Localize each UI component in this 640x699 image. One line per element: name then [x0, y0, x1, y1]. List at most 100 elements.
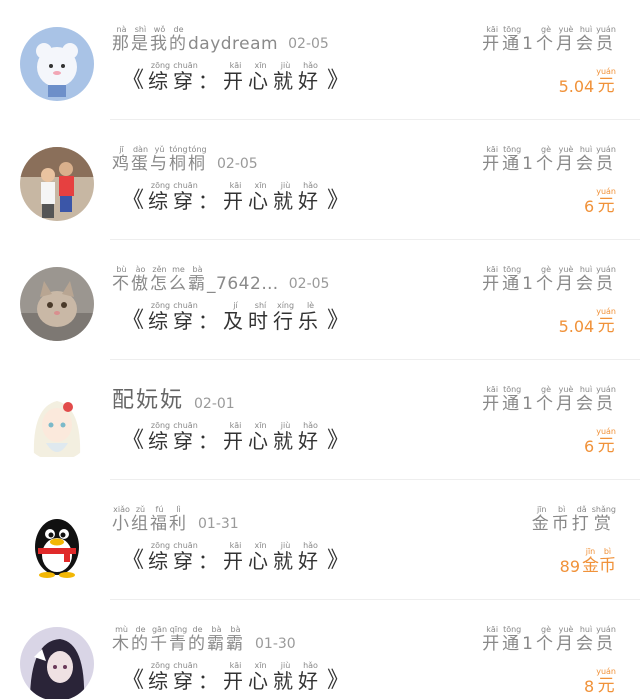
title-bracket-open: 《 — [122, 668, 145, 693]
support-action: 开kāi 通tōng 1 个gè 月yuè 会huì 员yuán — [482, 264, 616, 294]
support-amount: 8 元yuán — [584, 666, 616, 696]
support-action-char: 开kāi — [482, 265, 503, 294]
support-action-char: 通tōng — [502, 385, 523, 414]
work-title-char: 好hǎo — [298, 181, 324, 213]
work-title-char: ： — [198, 549, 224, 573]
amount-unit-char: 金jīn — [582, 547, 599, 576]
user-name-tail: daydream — [188, 34, 279, 54]
support-action-char: 1 — [522, 34, 536, 54]
user-name-char: 木mù — [112, 625, 131, 654]
support-action-char: 月yuè — [556, 625, 576, 654]
user-name-line: 小xiǎo组zǔ福fú利lì 01-31 — [112, 504, 239, 534]
supporter-row[interactable]: 那nà是shì我wǒ的dedaydream 02-05 《综zōng 穿chuān：开… — [0, 0, 640, 120]
work-title-char: 好hǎo — [298, 541, 324, 573]
amount-unit-char: 元yuán — [596, 427, 616, 456]
support-action-char: 币bì — [551, 505, 572, 534]
work-title-char: 及jí — [223, 301, 249, 333]
user-name-line: 配妧妧 02-01 — [112, 384, 235, 414]
cat-photo-icon[interactable] — [20, 267, 94, 341]
work-title[interactable]: 《综zōng 穿chuān：开kāi 心xīn 就jiù 好hǎo 》 — [118, 60, 353, 94]
supporter-row[interactable]: 配妧妧 02-01 《综zōng 穿chuān：开kāi 心xīn 就jiù 好hǎo 》开k… — [0, 360, 640, 480]
support-action-char: 1 — [522, 154, 536, 174]
work-title-char: 心xīn — [248, 61, 274, 93]
title-bracket-close: 》 — [327, 68, 350, 93]
amount-unit: 元yuán — [596, 67, 616, 96]
user-name[interactable]: 小xiǎo组zǔ福fú利lì — [112, 505, 188, 534]
work-title[interactable]: 《综zōng 穿chuān：开kāi 心xīn 就jiù 好hǎo 》 — [118, 540, 353, 574]
work-title-char: 穿chuān — [173, 181, 199, 213]
supporter-row[interactable]: 木mù的de千gān青qīng的de霸bà霸bà 01-30 《综zōng 穿chuā… — [0, 600, 640, 699]
supporter-row[interactable]: 鸡jī蛋dàn与yǔ桐tóng桐tóng 02-05 《综zōng 穿chuān：开k… — [0, 120, 640, 240]
title-bracket-open: 《 — [122, 428, 145, 453]
qq-penguin-icon[interactable] — [20, 507, 94, 581]
work-title-char: ： — [198, 669, 224, 693]
support-action-char: 个gè — [536, 385, 556, 414]
support-action-char: 个gè — [536, 25, 556, 54]
support-amount: 89 金jīn币bì — [560, 546, 616, 576]
anime-girl-icon[interactable] — [20, 387, 94, 461]
work-title-char: 综zōng — [148, 661, 174, 693]
user-name-char: 我wǒ — [150, 25, 169, 54]
work-title-char: 行xíng — [273, 301, 299, 333]
work-title-char: 就jiù — [273, 181, 299, 213]
amount-value: 89 — [559, 557, 580, 576]
work-title-char: 乐lè — [298, 301, 324, 333]
support-action-char: 月yuè — [556, 145, 576, 174]
support-action-char: 员yuán — [596, 145, 616, 174]
work-title-char: 开kāi — [223, 661, 249, 693]
work-title-char: 穿chuān — [173, 61, 199, 93]
support-action-char: 个gè — [536, 265, 556, 294]
support-action-char: 开kāi — [482, 625, 503, 654]
cloud-bear-icon[interactable] — [20, 27, 94, 101]
support-action: 开kāi 通tōng 1 个gè 月yuè 会huì 员yuán — [482, 144, 616, 174]
dark-anime-icon[interactable] — [20, 627, 94, 699]
kids-photo-icon[interactable] — [20, 147, 94, 221]
user-name-char: 霸bà — [226, 625, 245, 654]
title-bracket-close: 》 — [327, 428, 350, 453]
post-date: 02-05 — [288, 276, 330, 292]
user-name[interactable]: 木mù的de千gān青qīng的de霸bà霸bà — [112, 625, 245, 654]
user-name-char: 福fú — [150, 505, 169, 534]
user-name-char: 是shì — [131, 25, 150, 54]
supporter-row[interactable]: 小xiǎo组zǔ福fú利lì 01-31 《综zōng 穿chuān：开kāi 心xīn… — [0, 480, 640, 600]
work-title[interactable]: 《综zōng 穿chuān：开kāi 心xīn 就jiù 好hǎo 》 — [118, 420, 353, 454]
support-action-char: 员yuán — [596, 265, 616, 294]
user-name-line: 不bù傲ào怎zěn么me霸bà_7642… 02-05 — [112, 264, 329, 294]
user-name[interactable]: 不bù傲ào怎zěn么me霸bà_7642… — [112, 265, 279, 294]
amount-value: 6 — [584, 197, 595, 216]
user-name-char: 那nà — [112, 25, 131, 54]
support-action-char: 会huì — [576, 25, 596, 54]
work-title[interactable]: 《综zōng 穿chuān：及jí 时shí 行xíng 乐lè 》 — [118, 300, 353, 334]
amount-unit: 元yuán — [596, 187, 616, 216]
user-name-char: 青qīng — [169, 625, 188, 654]
support-action-char: 1 — [522, 634, 536, 654]
title-bracket-close: 》 — [327, 548, 350, 573]
support-amount: 6 元yuán — [584, 186, 616, 216]
support-action-char: 月yuè — [556, 385, 576, 414]
supporter-row[interactable]: 不bù傲ào怎zěn么me霸bà_7642… 02-05 《综zōng 穿chuān：… — [0, 240, 640, 360]
user-name[interactable]: 鸡jī蛋dàn与yǔ桐tóng桐tóng — [112, 145, 207, 174]
support-action: 金jīn 币bì 打dǎ 赏shǎng — [532, 504, 616, 534]
work-title[interactable]: 《综zōng 穿chuān：开kāi 心xīn 就jiù 好hǎo 》 — [118, 660, 353, 694]
work-title-char: 时shí — [248, 301, 274, 333]
support-amount: 6 元yuán — [584, 426, 616, 456]
title-bracket-close: 》 — [327, 308, 350, 333]
work-title-char: 心xīn — [248, 421, 274, 453]
work-title-char: ： — [198, 69, 224, 93]
work-title-char: 穿chuān — [173, 301, 199, 333]
post-date: 02-05 — [288, 36, 329, 52]
support-action: 开kāi 通tōng 1 个gè 月yuè 会huì 员yuán — [482, 24, 616, 54]
post-date: 02-01 — [194, 396, 235, 412]
user-name-char: 鸡jī — [112, 145, 131, 174]
work-title-char: 好hǎo — [298, 661, 324, 693]
user-name-char: 与yǔ — [150, 145, 169, 174]
work-title-char: 心xīn — [248, 181, 274, 213]
user-name[interactable]: 配妧妧 — [112, 382, 184, 414]
title-bracket-open: 《 — [122, 68, 145, 93]
work-title[interactable]: 《综zōng 穿chuān：开kāi 心xīn 就jiù 好hǎo 》 — [118, 180, 353, 214]
work-title-char: 就jiù — [273, 61, 299, 93]
work-title-char: 心xīn — [248, 541, 274, 573]
user-name[interactable]: 那nà是shì我wǒ的dedaydream — [112, 25, 278, 54]
post-date: 02-05 — [217, 156, 258, 172]
work-title-char: 心xīn — [248, 661, 274, 693]
